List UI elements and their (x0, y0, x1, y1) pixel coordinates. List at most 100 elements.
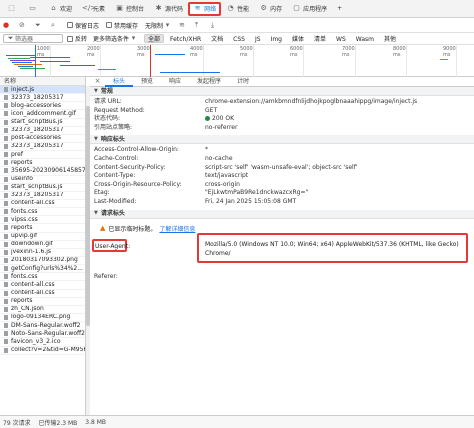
request-list-item[interactable]: logo-09134ERC.png (0, 314, 85, 323)
filter-type-img[interactable]: Img (267, 34, 286, 43)
response-headers-section-header[interactable]: ▼ 响应标头 (90, 135, 474, 145)
request-list-item[interactable]: jvexinn-1.6.js (0, 249, 85, 257)
file-icon (4, 127, 8, 133)
response-header-row: Content-Security-Policy: script-src 'self… (94, 163, 358, 171)
request-list-item[interactable]: favicon_v3_2.ico (0, 338, 85, 347)
request-list-item[interactable]: post-accessories (0, 135, 85, 143)
tab-timing[interactable]: 计时 (229, 77, 257, 87)
general-row: 引用站点策略: no-referrer (94, 123, 238, 131)
tab-application[interactable]: ▢ 应用程序 (287, 0, 332, 18)
request-list-item[interactable]: getConfig?urls%34%2... (0, 265, 85, 274)
request-list-item[interactable]: blog-accessories (0, 102, 85, 111)
request-list-item[interactable]: fonts.css (0, 208, 85, 217)
tab-network[interactable]: ≋ 网络 (188, 1, 222, 16)
filter-type-media[interactable]: 媒体 (288, 34, 308, 43)
request-list-item[interactable]: content-all.css (0, 290, 85, 298)
filter-type-all[interactable]: 全部 (144, 34, 165, 43)
clear-icon[interactable]: ⊘ (19, 21, 28, 30)
request-list-item[interactable]: downdown.gif (0, 241, 85, 249)
file-icon (4, 184, 8, 190)
request-name: content-all.css (11, 199, 55, 207)
request-list-item[interactable]: 20180317093302.png (0, 257, 85, 266)
tab-elements[interactable]: </> 元素 (77, 0, 110, 18)
throttling-select[interactable]: 无限制 ▾ (145, 21, 172, 30)
request-list-item[interactable]: pref (0, 151, 85, 160)
tab-welcome[interactable]: ⌂ 欢迎 (44, 0, 77, 18)
request-list-item[interactable]: zh_CN.json (0, 306, 85, 314)
request-list-item[interactable]: Noto-Sans-Regular.woff2 (0, 330, 85, 339)
request-list-item[interactable]: reports (0, 298, 85, 306)
file-icon (4, 152, 8, 158)
search-icon[interactable]: ⌕ (51, 21, 60, 30)
wifi-settings-icon[interactable]: ≋ (179, 21, 188, 30)
tab-response[interactable]: 响应 (161, 77, 189, 87)
request-name: start_scriptBus.js (11, 183, 63, 191)
request-headers-body: User-Agent: Mozilla/5.0 (Windows NT 10.0… (90, 232, 474, 277)
filter-type-manifest[interactable]: 清单 (310, 34, 330, 43)
filter-type-fetch[interactable]: Fetch/XHR (166, 34, 205, 43)
preserve-log-checkbox[interactable]: 保留日志 (67, 21, 99, 30)
request-list-item[interactable]: content-all.css (0, 281, 85, 290)
general-section-header[interactable]: ▼ 常规 (90, 87, 474, 96)
network-overview-timeline[interactable]: 1000 ms 2000 ms 3000 ms 4000 ms 5000 ms … (0, 45, 474, 77)
response-header-row: Access-Control-Allow-Origin: * (94, 146, 208, 154)
tab-initiator[interactable]: 发起程序 (189, 77, 229, 87)
tab-console[interactable]: ▣ 控制台 (110, 0, 149, 18)
close-icon[interactable]: × (93, 77, 102, 86)
request-list-item[interactable]: 32373_18205317 (0, 127, 85, 135)
file-icon (4, 217, 8, 223)
request-list-item[interactable]: fonts.css (0, 273, 85, 282)
request-list-item[interactable]: reports (0, 159, 85, 168)
filter-type-css[interactable]: CSS (229, 34, 249, 43)
request-list-item[interactable]: 35695-2023090614585793?... (0, 167, 85, 176)
tab-preview[interactable]: 预览 (133, 77, 161, 87)
memory-icon: ⚙ (260, 4, 267, 12)
request-list-item[interactable]: reports (0, 224, 85, 233)
request-list-item[interactable]: content-all.css (0, 199, 85, 209)
device-icon: ▭ (29, 4, 36, 12)
request-name: vipss.css (11, 216, 38, 223)
request-list-item[interactable]: 32373_18205317 (0, 192, 85, 200)
tab-performance[interactable]: ◔ 性能 (221, 0, 254, 18)
request-list-item[interactable]: vipss.css (0, 216, 85, 225)
download-icon[interactable]: ⤓ (211, 21, 220, 30)
tab-memory[interactable]: ⚙ 内存 (254, 0, 287, 18)
learn-more-link[interactable]: 了解详细信息 (159, 224, 195, 233)
request-list-item[interactable]: 32373_18205317 (0, 94, 85, 103)
file-icon (4, 331, 8, 337)
request-name: favicon_v3_2.ico (11, 338, 61, 345)
request-name: collect?v=2&tid=G-M95F3T... (11, 346, 85, 354)
invert-checkbox[interactable]: 反转 (67, 34, 87, 43)
request-list-item[interactable]: inject.js (0, 86, 85, 95)
add-tab-button[interactable]: + (332, 0, 347, 18)
request-headers-section-header[interactable]: ▼ 请求标头 (90, 209, 474, 219)
request-list-item[interactable]: upvip.gif (0, 233, 85, 241)
request-list-item[interactable]: start_scriptBus.js (0, 119, 85, 127)
name-column-header[interactable]: 名称 (0, 77, 85, 86)
filter-type-wasm[interactable]: Wasm (352, 34, 378, 43)
request-list-item[interactable]: icon_addcomment.gif (0, 110, 85, 119)
filter-type-other[interactable]: 其他 (380, 34, 400, 43)
tab-sources[interactable]: ✱ 源代码 (149, 0, 188, 18)
file-icon (4, 298, 8, 304)
inspect-element-button[interactable]: ⬚ (2, 0, 23, 18)
request-list-item[interactable]: collect?v=2&tid=G-M95F3T... (0, 347, 85, 355)
filter-type-doc[interactable]: 文档 (207, 34, 227, 43)
request-list-item[interactable]: 32373_18205317 (0, 143, 85, 152)
more-filters-dropdown[interactable]: 更多筛选条件 ▾ (93, 34, 138, 43)
filter-icon[interactable]: ⏷ (35, 21, 44, 30)
file-icon (4, 160, 8, 166)
filter-input[interactable]: ⏷ 筛选器 (3, 34, 63, 43)
network-status-bar: 79 次请求 已传输2.3 MB 3.8 MB (0, 415, 474, 428)
record-icon[interactable]: ● (3, 21, 12, 30)
filter-type-ws[interactable]: WS (332, 34, 350, 43)
filter-type-js[interactable]: JS (251, 34, 265, 43)
device-toolbar-button[interactable]: ▭ (23, 0, 44, 18)
upload-icon[interactable]: ⤒ (195, 21, 204, 30)
request-list-item[interactable]: start_scriptBus.js (0, 184, 85, 192)
request-list-item[interactable]: useinfo (0, 176, 85, 184)
request-list-item[interactable]: DM-Sans-Regular.woff2 (0, 322, 85, 331)
chevron-down-icon: ▾ (131, 34, 136, 42)
tab-headers[interactable]: 标头 (105, 77, 134, 87)
disable-cache-checkbox[interactable]: 禁用缓存 (106, 21, 138, 30)
